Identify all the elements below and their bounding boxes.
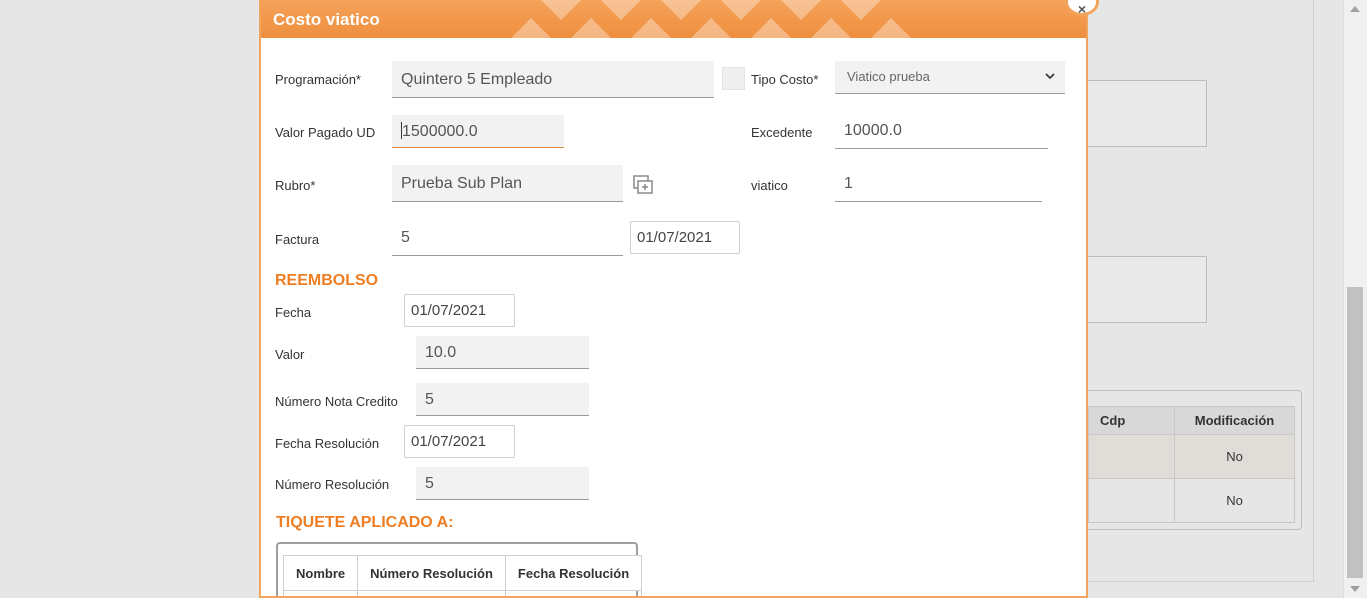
- viatico-label: viatico: [751, 178, 788, 193]
- excedente-input[interactable]: 10000.0: [835, 113, 1048, 149]
- dialog-header[interactable]: Costo viatico: [261, 0, 1086, 38]
- reembolso-fecha-label: Fecha: [275, 305, 312, 320]
- factura-input[interactable]: 5: [392, 220, 623, 256]
- table-cell: [1088, 434, 1175, 479]
- scrollbar-thumb[interactable]: [1347, 287, 1363, 578]
- column-header-numero-resolucion: Número Resolución: [357, 555, 506, 591]
- column-header-cdp: Cdp: [1088, 406, 1175, 435]
- background-table: Cdp Modificación No No: [1088, 406, 1295, 523]
- viatico-input[interactable]: 1: [835, 166, 1042, 202]
- table-row[interactable]: No: [1088, 478, 1295, 523]
- chevron-down-icon: [1045, 73, 1055, 80]
- valor-pagado-label: Valor Pagado UD: [275, 125, 376, 140]
- numero-resolucion-input[interactable]: 5: [416, 467, 589, 500]
- excedente-label: Excedente: [751, 125, 813, 140]
- page-scrollbar[interactable]: [1343, 0, 1367, 598]
- table-cell: [1088, 478, 1175, 523]
- tipo-costo-selected-value: Viatico prueba: [847, 69, 930, 84]
- copy-icon[interactable]: [632, 174, 654, 196]
- tiquete-section-title: TIQUETE APLICADO A:: [276, 514, 454, 531]
- fecha-resolucion-label: Fecha Resolución: [275, 436, 380, 451]
- numero-nota-credito-input[interactable]: 5: [416, 383, 589, 416]
- table-row[interactable]: No: [1088, 434, 1295, 479]
- valor-pagado-input[interactable]: 1500000.0: [392, 115, 564, 148]
- table-cell: [504, 590, 643, 596]
- fecha-resolucion-input[interactable]: 01/07/2021: [404, 425, 515, 458]
- reembolso-valor-label: Valor: [275, 347, 305, 362]
- programacion-input[interactable]: Quintero 5 Empleado: [392, 61, 714, 98]
- background-textarea-2[interactable]: [1088, 256, 1207, 323]
- numero-nota-credito-label: Número Nota Credito: [275, 394, 398, 409]
- table-cell: [282, 590, 359, 596]
- tipo-costo-label: Tipo Costo*: [751, 72, 819, 87]
- table-cell: No: [1174, 434, 1295, 479]
- rubro-label: Rubro*: [275, 178, 316, 193]
- dialog-title: Costo viatico: [273, 10, 380, 29]
- background-textarea-1[interactable]: [1088, 80, 1207, 147]
- reembolso-valor-input[interactable]: 10.0: [416, 336, 589, 369]
- factura-date-input[interactable]: 01/07/2021: [630, 221, 740, 254]
- costo-viatico-dialog: Costo viatico Programación* Quintero 5 E…: [259, 0, 1088, 598]
- column-header-nombre: Nombre: [282, 555, 359, 591]
- table-cell: No: [1174, 478, 1295, 523]
- reembolso-fecha-input[interactable]: 01/07/2021: [404, 294, 515, 327]
- table-row[interactable]: [282, 590, 643, 596]
- numero-resolucion-label: Número Resolución: [275, 477, 390, 492]
- rubro-input[interactable]: Prueba Sub Plan: [392, 165, 623, 202]
- column-header-modificacion: Modificación: [1174, 406, 1295, 435]
- scroll-up-arrow-icon[interactable]: [1350, 6, 1360, 12]
- close-icon: ×: [1077, 1, 1087, 17]
- reembolso-section-title: REEMBOLSO: [275, 272, 379, 289]
- programacion-label: Programación*: [275, 72, 361, 87]
- column-header-fecha-resolucion: Fecha Resolución: [504, 555, 643, 591]
- header-pattern-icon: [511, 0, 911, 38]
- scroll-down-arrow-icon[interactable]: [1350, 586, 1360, 592]
- factura-label: Factura: [275, 232, 320, 247]
- table-cell: [357, 590, 506, 596]
- programacion-checkbox[interactable]: [722, 67, 745, 90]
- tiquete-table: Nombre Número Resolución Fecha Resolució…: [282, 555, 643, 596]
- valor-pagado-value: 1500000.0: [402, 123, 478, 140]
- tipo-costo-select[interactable]: Viatico prueba: [835, 61, 1065, 94]
